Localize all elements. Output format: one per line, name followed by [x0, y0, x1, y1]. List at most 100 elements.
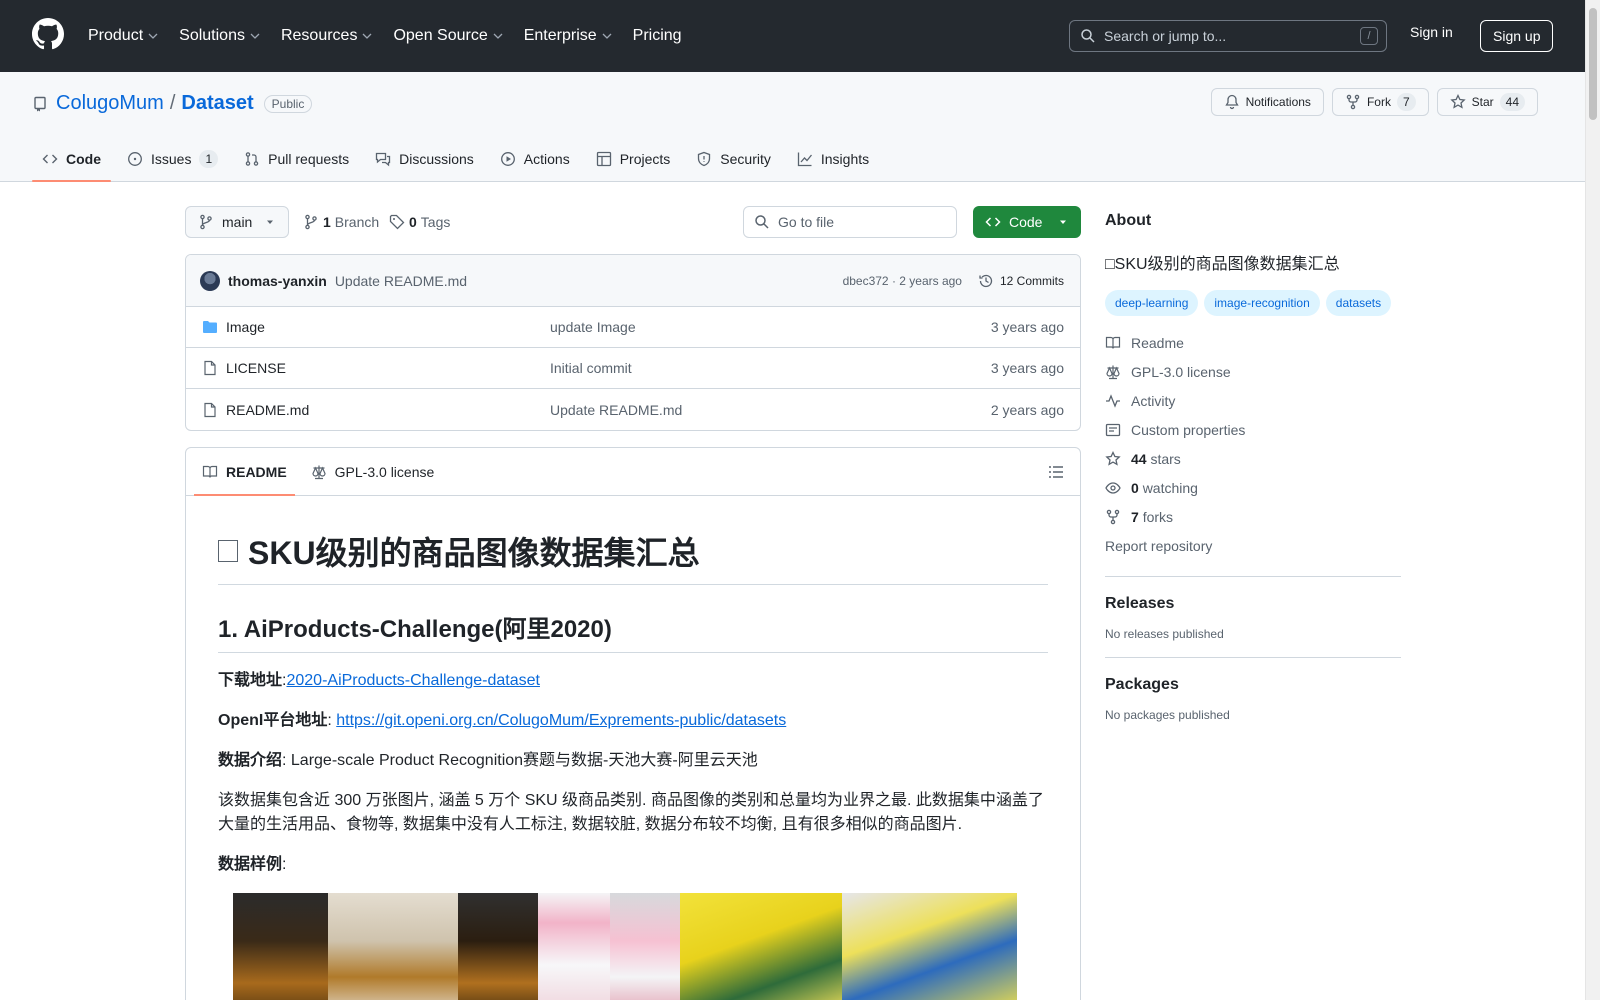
nav-solutions[interactable]: Solutions	[179, 27, 261, 45]
commit-author-link[interactable]: thomas-yanxin	[228, 273, 327, 289]
tab-security[interactable]: Security	[686, 136, 781, 182]
sample-image-tile	[328, 893, 458, 1000]
packages-empty: No packages published	[1105, 708, 1230, 722]
readme-panel: README GPL-3.0 license SKU级别的商品图像数据集汇总 1…	[185, 447, 1081, 1000]
pull-request-icon	[245, 152, 259, 166]
tag-count: 0	[409, 214, 417, 230]
file-icon	[204, 402, 216, 417]
license-tab-label: GPL-3.0 license	[334, 463, 435, 480]
stars-link[interactable]: 44 stars	[1105, 444, 1401, 473]
tab-label: Projects	[619, 151, 671, 167]
sample-image	[233, 893, 1017, 1000]
branch-name: main	[222, 214, 253, 230]
file-row[interactable]: README.md Update README.md 2 years ago	[186, 389, 1080, 430]
releases-title[interactable]: Releases	[1105, 595, 1401, 613]
download-link[interactable]: 2020-AiProducts-Challenge-dataset	[286, 672, 539, 689]
scrollbar-thumb[interactable]	[1589, 8, 1597, 120]
chevron-down-icon	[362, 33, 372, 39]
fork-button[interactable]: Fork 7	[1331, 88, 1429, 116]
file-name-link[interactable]: README.md	[226, 402, 550, 418]
fork-label: Fork	[1366, 95, 1391, 109]
commit-message-link[interactable]: Update README.md	[335, 273, 467, 289]
repo-header: ColugoMum / Dataset Public Notifications…	[0, 72, 1585, 182]
chevron-down-icon	[250, 33, 260, 39]
table-icon	[596, 151, 611, 167]
commits-link[interactable]: 12 Commits	[978, 273, 1064, 289]
tab-issues[interactable]: Issues 1	[117, 136, 228, 182]
tab-insights[interactable]: Insights	[787, 136, 879, 182]
file-commit-message[interactable]: Initial commit	[550, 360, 632, 376]
about-links: Readme GPL-3.0 license Activity Custom p…	[1105, 328, 1401, 560]
watching-link[interactable]: 0 watching	[1105, 473, 1401, 502]
tags-link[interactable]: 0 Tags	[389, 214, 450, 230]
packages-title[interactable]: Packages	[1105, 676, 1401, 694]
law-icon	[1106, 365, 1120, 379]
readme-tab-label: README	[226, 463, 287, 480]
about-description: □SKU级别的商品图像数据集汇总	[1105, 256, 1340, 273]
openi-label: OpenI平台地址	[218, 712, 328, 729]
star-button[interactable]: Star 44	[1436, 88, 1538, 116]
tab-code[interactable]: Code	[32, 136, 111, 182]
notifications-button[interactable]: Notifications	[1210, 88, 1324, 116]
file-commit-message[interactable]: Update README.md	[550, 402, 682, 418]
search-input[interactable]: Search or jump to... /	[1069, 20, 1387, 52]
repo-title-separator: /	[169, 92, 176, 114]
file-row[interactable]: Image update Image 3 years ago	[186, 307, 1080, 348]
forks-label: forks	[1142, 508, 1174, 525]
repo-actions: Notifications Fork 7 Star 44	[1210, 88, 1538, 116]
sign-in-link[interactable]: Sign in	[1410, 24, 1453, 40]
file-name-link[interactable]: Image	[226, 319, 550, 335]
list-unordered-icon[interactable]	[1048, 464, 1064, 480]
openi-link[interactable]: https://git.openi.org.cn/ColugoMum/Expre…	[336, 712, 786, 729]
missing-glyph-box	[218, 540, 238, 562]
repo-name-link[interactable]: Dataset	[181, 92, 253, 115]
license-link[interactable]: GPL-3.0 license	[1105, 357, 1401, 386]
page-scrollbar[interactable]	[1585, 0, 1600, 1000]
file-name-link[interactable]: LICENSE	[226, 360, 550, 376]
file-commit-message[interactable]: update Image	[550, 319, 636, 335]
nav-enterprise[interactable]: Enterprise	[524, 27, 613, 45]
tab-actions[interactable]: Actions	[490, 136, 580, 182]
github-logo-icon[interactable]	[32, 18, 64, 50]
readme-link[interactable]: Readme	[1105, 328, 1401, 357]
stars-count: 44	[1131, 450, 1147, 467]
repo-owner-link[interactable]: ColugoMum	[56, 92, 164, 115]
avatar[interactable]	[200, 270, 220, 291]
download-paragraph: 下载地址:2020-AiProducts-Challenge-dataset	[218, 672, 540, 689]
watching-label: watching	[1142, 479, 1198, 496]
branch-selector[interactable]: main	[185, 206, 289, 238]
go-to-file-input[interactable]: Go to file	[743, 206, 957, 238]
file-row[interactable]: LICENSE Initial commit 3 years ago	[186, 348, 1080, 389]
topic-tag[interactable]: image-recognition	[1204, 290, 1320, 316]
nav-open-source[interactable]: Open Source	[393, 27, 503, 45]
code-dropdown-button[interactable]: Code	[973, 206, 1081, 238]
nav-product[interactable]: Product	[88, 27, 159, 45]
folder-icon	[203, 321, 217, 333]
topic-tag[interactable]: deep-learning	[1105, 290, 1199, 316]
tab-pull-requests[interactable]: Pull requests	[234, 136, 359, 182]
tab-label: Actions	[523, 151, 570, 167]
activity-link-label: Activity	[1131, 392, 1176, 409]
tab-discussions[interactable]: Discussions	[365, 136, 484, 182]
chevron-down-icon	[493, 33, 503, 39]
activity-link[interactable]: Activity	[1105, 386, 1401, 415]
commits-label: 12 Commits	[999, 273, 1064, 288]
sign-up-button[interactable]: Sign up	[1480, 20, 1554, 52]
commit-hash-time[interactable]: dbec372 · 2 years ago	[843, 274, 962, 288]
forks-link[interactable]: 7 forks	[1105, 502, 1401, 531]
code-icon	[42, 154, 58, 164]
fork-icon	[1106, 509, 1120, 524]
topic-tag[interactable]: datasets	[1325, 290, 1392, 316]
nav-resources[interactable]: Resources	[281, 27, 373, 45]
star-icon	[1449, 94, 1466, 109]
tab-license[interactable]: GPL-3.0 license	[303, 448, 443, 495]
report-repository-link[interactable]: Report repository	[1105, 531, 1401, 560]
repo-icon	[34, 96, 46, 111]
tab-projects[interactable]: Projects	[586, 136, 681, 182]
branches-link[interactable]: 1 Branch	[303, 214, 379, 230]
file-browser: thomas-yanxin Update README.md dbec372 ·…	[185, 254, 1081, 431]
nav-pricing[interactable]: Pricing	[633, 27, 682, 45]
tab-readme[interactable]: README	[194, 448, 295, 496]
readme-heading-2: 1. AiProducts-Challenge(阿里2020)	[218, 609, 1048, 653]
custom-properties-link[interactable]: Custom properties	[1105, 415, 1401, 444]
